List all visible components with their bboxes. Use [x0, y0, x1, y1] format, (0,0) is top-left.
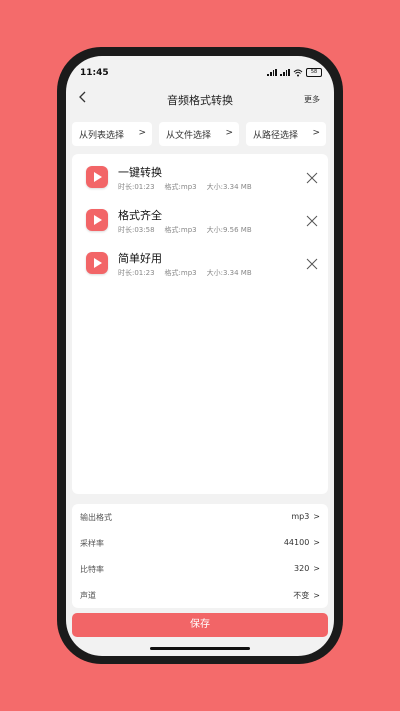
- play-icon[interactable]: [86, 166, 108, 188]
- file-format: 格式:mp3: [164, 226, 197, 234]
- file-format: 格式:mp3: [164, 269, 197, 277]
- file-meta: 时长:01:23 格式:mp3 大小:3.34 MB: [118, 182, 262, 192]
- list-item[interactable]: 一键转换 时长:01:23 格式:mp3 大小:3.34 MB: [72, 162, 328, 202]
- setting-row-channel[interactable]: 声道 不变 >: [72, 582, 328, 608]
- file-format: 格式:mp3: [164, 183, 197, 191]
- file-duration: 时长:01:23: [118, 269, 155, 277]
- status-bar: 11:45 58: [66, 56, 334, 82]
- top-bar: 音频格式转换 更多: [66, 84, 334, 114]
- file-meta: 时长:03:58 格式:mp3 大小:9.56 MB: [118, 225, 262, 235]
- list-item[interactable]: 简单好用 时长:01:23 格式:mp3 大小:3.34 MB: [72, 248, 328, 288]
- file-duration: 时长:01:23: [118, 183, 155, 191]
- file-meta: 时长:01:23 格式:mp3 大小:3.34 MB: [118, 268, 262, 278]
- signal-icon: [280, 69, 290, 76]
- battery-icon: 58: [306, 68, 322, 77]
- select-from-path-button[interactable]: 从路径选择 >: [246, 122, 326, 146]
- source-label: 从路径选择: [253, 131, 299, 141]
- chevron-right-icon: >: [313, 591, 320, 600]
- select-from-file-button[interactable]: 从文件选择 >: [159, 122, 239, 146]
- file-name: 简单好用: [118, 252, 162, 265]
- play-icon[interactable]: [86, 252, 108, 274]
- chevron-right-icon: >: [313, 512, 320, 521]
- source-label: 从文件选择: [166, 131, 212, 141]
- file-name: 一键转换: [118, 166, 162, 179]
- setting-value-text: 44100: [283, 538, 310, 547]
- app-screen: 11:45 58 音频格式转换 更多 从列表选择 > 从文件选择 > 从路径选择 > …: [66, 56, 334, 656]
- setting-label: 比特率: [80, 565, 104, 574]
- setting-value-text: mp3: [291, 512, 310, 521]
- signal-icon: [267, 69, 277, 76]
- setting-row-sample-rate[interactable]: 采样率 44100 >: [72, 530, 328, 556]
- setting-value-text: 不变: [293, 591, 310, 600]
- file-size: 大小:3.34 MB: [206, 183, 252, 191]
- play-icon[interactable]: [86, 209, 108, 231]
- setting-label: 采样率: [80, 539, 104, 548]
- home-indicator[interactable]: [150, 647, 250, 650]
- close-icon[interactable]: [306, 215, 318, 227]
- setting-value: 不变 >: [293, 590, 320, 601]
- chevron-right-icon: >: [138, 128, 146, 138]
- status-time: 11:45: [80, 68, 109, 78]
- setting-row-bitrate[interactable]: 比特率 320 >: [72, 556, 328, 582]
- file-list: 一键转换 时长:01:23 格式:mp3 大小:3.34 MB 格式齐全 时长:03…: [72, 154, 328, 494]
- file-size: 大小:9.56 MB: [206, 226, 252, 234]
- file-size: 大小:3.34 MB: [206, 269, 252, 277]
- setting-row-output-format[interactable]: 输出格式 mp3 >: [72, 504, 328, 530]
- select-from-list-button[interactable]: 从列表选择 >: [72, 122, 152, 146]
- setting-label: 输出格式: [80, 513, 112, 522]
- source-label: 从列表选择: [79, 131, 125, 141]
- output-settings: 输出格式 mp3 > 采样率 44100 > 比特率 320 > 声道 不变 >: [72, 504, 328, 608]
- wifi-icon: [293, 69, 303, 76]
- file-duration: 时长:03:58: [118, 226, 155, 234]
- close-icon[interactable]: [306, 258, 318, 270]
- chevron-right-icon: >: [313, 538, 320, 547]
- file-name: 格式齐全: [118, 209, 162, 222]
- source-selector-row: 从列表选择 > 从文件选择 > 从路径选择 >: [72, 122, 334, 146]
- setting-value: 320 >: [294, 564, 320, 573]
- list-item[interactable]: 格式齐全 时长:03:58 格式:mp3 大小:9.56 MB: [72, 205, 328, 245]
- setting-label: 声道: [80, 591, 96, 600]
- chevron-right-icon: >: [313, 564, 320, 573]
- close-icon[interactable]: [306, 172, 318, 184]
- setting-value: mp3 >: [291, 512, 320, 521]
- setting-value-text: 320: [294, 564, 310, 573]
- more-button[interactable]: 更多: [304, 94, 320, 105]
- status-icons: 58: [267, 68, 322, 77]
- save-button[interactable]: 保存: [72, 613, 328, 637]
- page-title: 音频格式转换: [167, 94, 233, 107]
- chevron-right-icon: >: [225, 128, 233, 138]
- chevron-right-icon: >: [312, 128, 320, 138]
- setting-value: 44100 >: [284, 538, 320, 547]
